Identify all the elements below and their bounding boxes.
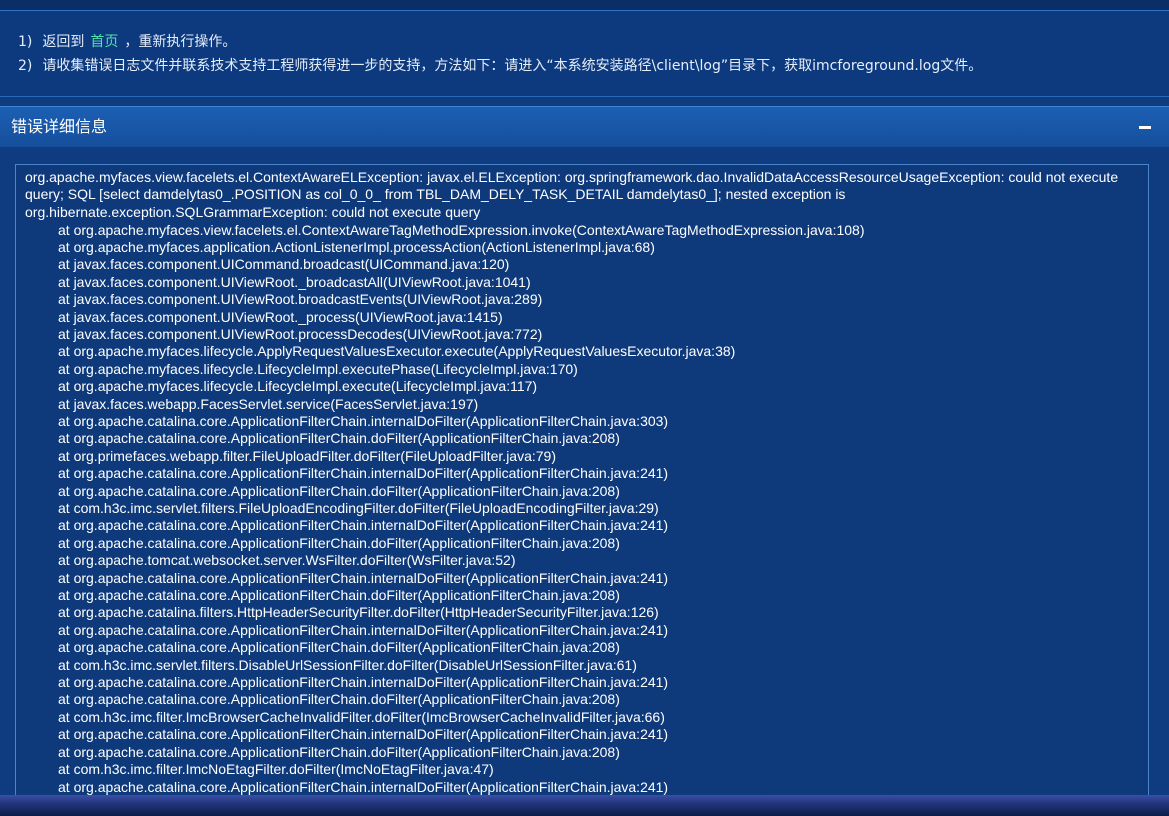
stack-frame: at org.apache.catalina.core.ApplicationF… (58, 726, 669, 743)
stack-frame: at org.apache.catalina.core.ApplicationF… (58, 639, 620, 656)
stack-frame: at org.apache.catalina.core.ApplicationF… (58, 621, 669, 638)
panel-title: 错误详细信息 (11, 117, 108, 136)
stack-trace-box[interactable]: org.apache.myfaces.view.facelets.el.Cont… (15, 164, 1149, 796)
stack-frame: at org.apache.catalina.core.ApplicationF… (58, 587, 620, 604)
stack-frame: at org.primefaces.webapp.filter.FileUplo… (58, 447, 556, 464)
home-link[interactable]: 首页 (90, 34, 118, 50)
stack-frame: at org.apache.myfaces.view.facelets.el.C… (58, 221, 865, 238)
tip-text: ，重新执行操作。 (124, 34, 237, 50)
stack-frame: at javax.faces.component.UIViewRoot.broa… (58, 291, 543, 308)
error-detail-header: 错误详细信息 (0, 106, 1169, 148)
stack-frame: at org.apache.catalina.core.ApplicationF… (58, 569, 669, 586)
stack-frame: at org.apache.myfaces.lifecycle.ApplyReq… (58, 343, 736, 360)
bottom-strip (0, 795, 1169, 816)
stack-frames: at org.apache.myfaces.view.facelets.el.C… (58, 222, 864, 796)
stack-frame: at com.h3c.imc.servlet.filters.FileUploa… (58, 500, 659, 516)
tip-text: 返回到 (42, 34, 85, 50)
error-detail-body: org.apache.myfaces.view.facelets.el.Cont… (0, 147, 1169, 796)
tips-section: 1) 返回到 首页 ，重新执行操作。 2) 请收集错误日志文件并联系技术支持工程师获得进… (0, 11, 1169, 97)
stack-frame: at com.h3c.imc.filter.ImcBrowserCacheInv… (58, 708, 665, 725)
stack-frame: at javax.faces.component.UICommand.broad… (58, 256, 510, 273)
stack-frame: at org.apache.catalina.core.ApplicationF… (58, 465, 669, 482)
stack-frame: at org.apache.catalina.core.ApplicationF… (58, 482, 620, 499)
stack-frame: at javax.faces.component.UIViewRoot.proc… (58, 325, 543, 342)
top-strip (0, 0, 1169, 11)
minus-icon[interactable] (1135, 117, 1155, 137)
stack-frame: at org.apache.catalina.core.ApplicationF… (58, 743, 620, 760)
error-page: 1) 返回到 首页 ，重新执行操作。 2) 请收集错误日志文件并联系技术支持工程师获得进… (0, 0, 1169, 816)
stack-frame: at org.apache.catalina.core.ApplicationF… (58, 674, 669, 691)
tip-line-2: 2) 请收集错误日志文件并联系技术支持工程师获得进一步的支持，方法如下：请进入“本… (18, 57, 982, 75)
stack-frame: at javax.faces.component.UIViewRoot._bro… (58, 273, 531, 290)
stack-frame: at org.apache.catalina.core.ApplicationF… (58, 517, 669, 534)
stack-frame: at javax.faces.component.UIViewRoot._pro… (58, 308, 503, 325)
stack-frame: at org.apache.catalina.core.ApplicationF… (58, 430, 620, 447)
tip-line-1: 1) 返回到 首页 ，重新执行操作。 (18, 33, 236, 51)
stack-frame: at org.apache.catalina.core.ApplicationF… (58, 778, 669, 795)
stack-frame: at org.apache.catalina.filters.HttpHeade… (58, 604, 659, 621)
stack-frame: at com.h3c.imc.servlet.filters.DisableUr… (58, 656, 637, 673)
stack-frame: at org.apache.catalina.core.ApplicationF… (58, 412, 669, 429)
stack-frame: at org.apache.catalina.core.ApplicationF… (58, 691, 620, 708)
stack-frame: at org.apache.catalina.core.ApplicationF… (58, 534, 620, 551)
tip-number: 1) (18, 34, 33, 50)
exception-message: org.apache.myfaces.view.facelets.el.Cont… (25, 169, 1119, 220)
stack-frame: at org.apache.tomcat.websocket.server.Ws… (58, 552, 516, 569)
tip-text: 请收集错误日志文件并联系技术支持工程师获得进一步的支持，方法如下：请进入“本系统… (42, 58, 983, 74)
stack-frame: at javax.faces.webapp.FacesServlet.servi… (58, 395, 479, 412)
tip-number: 2) (18, 58, 33, 74)
stack-frame: at org.apache.myfaces.lifecycle.Lifecycl… (58, 378, 538, 395)
stack-frame: at org.apache.myfaces.lifecycle.Lifecycl… (58, 360, 578, 377)
stack-frame: at org.apache.myfaces.application.Action… (58, 238, 655, 255)
stack-frame: at com.h3c.imc.filter.ImcNoEtagFilter.do… (58, 761, 494, 778)
